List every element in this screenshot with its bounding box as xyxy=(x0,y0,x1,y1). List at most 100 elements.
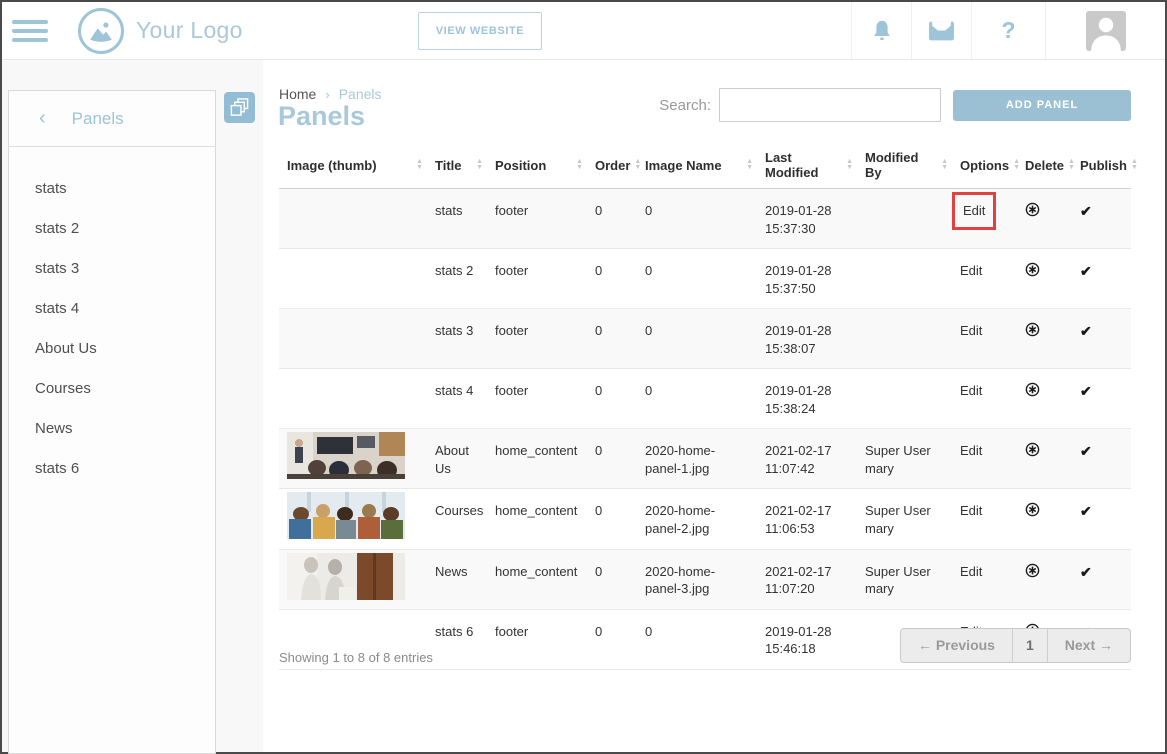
table-row: stats 3 footer 0 0 2019-01-28 15:38:07 E… xyxy=(279,309,1131,369)
col-last-modified[interactable]: Last Modified▲▼ xyxy=(757,146,857,189)
cell-image-name: 0 xyxy=(637,369,757,429)
logo-text: Your Logo xyxy=(136,17,243,44)
add-panel-button[interactable]: ADD PANEL xyxy=(953,90,1131,121)
edit-link[interactable]: Edit xyxy=(960,443,982,458)
cell-image-name: 2020-home-panel-3.jpg xyxy=(637,549,757,609)
cell-publish: ✔ xyxy=(1072,189,1131,249)
edit-link[interactable]: Edit xyxy=(960,564,982,579)
sort-icon: ▲▼ xyxy=(941,159,948,171)
topbar-icon-group: ? xyxy=(851,2,1165,59)
publish-check-icon[interactable]: ✔ xyxy=(1080,564,1092,580)
publish-check-icon[interactable]: ✔ xyxy=(1080,503,1092,519)
circled-x-delete-icon[interactable] xyxy=(1025,322,1040,337)
help-icon: ? xyxy=(1001,17,1015,44)
circled-x-delete-icon[interactable] xyxy=(1025,442,1040,457)
cell-delete xyxy=(1017,429,1072,489)
cell-position: home_content xyxy=(487,429,587,489)
page-number-button[interactable]: 1 xyxy=(1012,629,1047,662)
cell-image-name: 0 xyxy=(637,189,757,249)
circled-x-delete-icon[interactable] xyxy=(1025,382,1040,397)
col-order[interactable]: Order▲▼ xyxy=(587,146,637,189)
back-chevron-icon[interactable]: ‹ xyxy=(39,107,46,130)
circled-x-delete-icon[interactable] xyxy=(1025,502,1040,517)
cell-image-name: 2020-home-panel-1.jpg xyxy=(637,429,757,489)
publish-check-icon[interactable]: ✔ xyxy=(1080,323,1092,339)
panel-thumbnail xyxy=(287,553,405,600)
sidebar-collapse-button[interactable] xyxy=(224,92,255,123)
sidebar-item-about-us[interactable]: About Us xyxy=(9,329,215,369)
sort-icon: ▲▼ xyxy=(846,159,853,171)
sidebar-item-stats-3[interactable]: stats 3 xyxy=(9,249,215,289)
cell-publish: ✔ xyxy=(1072,429,1131,489)
publish-check-icon[interactable]: ✔ xyxy=(1080,263,1092,279)
col-options[interactable]: Options▲▼ xyxy=(952,146,1017,189)
help-button[interactable]: ? xyxy=(971,2,1045,59)
sidebar-header: ‹ Panels xyxy=(9,91,215,147)
circled-x-delete-icon[interactable] xyxy=(1025,202,1040,217)
pagination: ← Previous 1 Next → xyxy=(900,628,1131,663)
sort-icon: ▲▼ xyxy=(416,159,423,171)
edit-link[interactable]: Edit xyxy=(960,323,982,338)
col-image-name[interactable]: Image Name▲▼ xyxy=(637,146,757,189)
cell-image-name: 0 xyxy=(637,609,757,669)
publish-check-icon[interactable]: ✔ xyxy=(1080,443,1092,459)
cell-order: 0 xyxy=(587,369,637,429)
cell-image-name: 0 xyxy=(637,249,757,309)
circled-x-delete-icon[interactable] xyxy=(1025,563,1040,578)
publish-check-icon[interactable]: ✔ xyxy=(1080,383,1092,399)
sidebar-item-news[interactable]: News xyxy=(9,409,215,449)
sidebar-item-stats-4[interactable]: stats 4 xyxy=(9,289,215,329)
sidebar-item-stats-6[interactable]: stats 6 xyxy=(9,449,215,489)
table-row: stats 4 footer 0 0 2019-01-28 15:38:24 E… xyxy=(279,369,1131,429)
user-menu[interactable] xyxy=(1045,2,1165,59)
breadcrumb-home[interactable]: Home xyxy=(279,86,316,102)
col-image-thumb[interactable]: Image (thumb)▲▼ xyxy=(279,146,427,189)
view-website-button[interactable]: VIEW WEBSITE xyxy=(418,12,542,50)
edit-link[interactable]: Edit xyxy=(963,203,985,218)
edit-link[interactable]: Edit xyxy=(960,383,982,398)
circled-x-delete-icon[interactable] xyxy=(1025,262,1040,277)
cell-position: footer xyxy=(487,609,587,669)
cell-order: 0 xyxy=(587,189,637,249)
search-input[interactable] xyxy=(719,88,941,122)
cell-publish: ✔ xyxy=(1072,549,1131,609)
col-title[interactable]: Title▲▼ xyxy=(427,146,487,189)
stacked-panels-icon xyxy=(229,97,250,118)
col-publish[interactable]: Publish▲▼ xyxy=(1072,146,1131,189)
notifications-button[interactable] xyxy=(851,2,911,59)
previous-page-button[interactable]: ← Previous xyxy=(901,629,1012,662)
cell-delete xyxy=(1017,309,1072,369)
bell-icon xyxy=(869,18,895,44)
cell-options: Edit xyxy=(952,309,1017,369)
sidebar: ‹ Panels stats stats 2 stats 3 stats 4 A… xyxy=(8,90,216,754)
next-page-button[interactable]: Next → xyxy=(1047,629,1130,662)
cell-delete xyxy=(1017,249,1072,309)
cell-modified-by xyxy=(857,189,952,249)
sidebar-item-courses[interactable]: Courses xyxy=(9,369,215,409)
sort-icon: ▲▼ xyxy=(1068,159,1075,171)
cell-modified-by xyxy=(857,249,952,309)
search-label: Search: xyxy=(659,97,711,114)
inbox-button[interactable] xyxy=(911,2,971,59)
col-position[interactable]: Position▲▼ xyxy=(487,146,587,189)
publish-check-icon[interactable]: ✔ xyxy=(1080,203,1092,219)
cell-publish: ✔ xyxy=(1072,249,1131,309)
sidebar-item-stats[interactable]: stats xyxy=(9,169,215,209)
logo[interactable]: Your Logo xyxy=(78,8,243,54)
panel-thumbnail xyxy=(287,432,405,479)
thumbnail-cell-empty xyxy=(279,369,427,429)
main-content: Home›Panels Panels Search: ADD PANEL Ima… xyxy=(263,60,1165,752)
page-body: ‹ Panels stats stats 2 stats 3 stats 4 A… xyxy=(2,60,1165,752)
thumbnail-cell xyxy=(279,429,427,489)
sidebar-item-list: stats stats 2 stats 3 stats 4 About Us C… xyxy=(9,147,215,489)
sidebar-item-stats-2[interactable]: stats 2 xyxy=(9,209,215,249)
col-modified-by[interactable]: Modified By▲▼ xyxy=(857,146,952,189)
col-delete[interactable]: Delete▲▼ xyxy=(1017,146,1072,189)
top-bar: Your Logo VIEW WEBSITE ? xyxy=(2,2,1165,60)
edit-link[interactable]: Edit xyxy=(960,263,982,278)
hamburger-menu-icon[interactable] xyxy=(12,20,48,42)
sort-icon: ▲▼ xyxy=(1013,159,1020,171)
edit-link[interactable]: Edit xyxy=(960,503,982,518)
cell-order: 0 xyxy=(587,489,637,549)
page-title: Panels xyxy=(278,101,365,132)
